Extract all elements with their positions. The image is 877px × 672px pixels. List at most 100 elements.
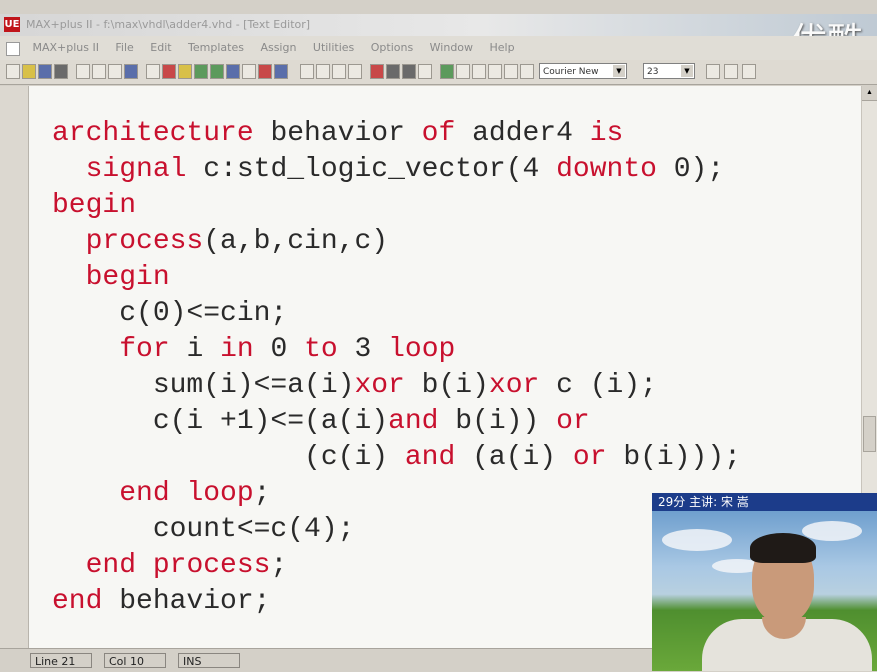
code-text: b(i) [404, 370, 489, 401]
print-icon[interactable] [54, 64, 68, 79]
code-keyword: process [152, 550, 271, 581]
simulate-icon[interactable] [210, 64, 224, 79]
font-name-select[interactable]: Courier New ▼ [539, 63, 627, 79]
menu-utilities[interactable]: Utilities [307, 36, 360, 54]
presenter-hair [750, 533, 816, 563]
code-keyword: loop [186, 478, 254, 509]
code-text: (a(i) [455, 442, 573, 473]
code-line[interactable]: count<=c(4); [52, 512, 741, 548]
menu-edit[interactable]: Edit [144, 36, 177, 54]
menu-window[interactable]: Window [424, 36, 479, 54]
code-text: b(i)) [438, 406, 557, 437]
new-file-icon[interactable] [6, 64, 20, 79]
vhdl-code[interactable]: architecture behavior of adder4 is signa… [52, 116, 741, 620]
timing-icon[interactable] [226, 64, 240, 79]
outdent-icon[interactable] [724, 64, 738, 79]
zoom-in-icon[interactable] [456, 64, 470, 79]
help-cursor-icon[interactable] [146, 64, 160, 79]
code-line[interactable]: end process; [52, 548, 741, 584]
grid-icon[interactable] [440, 64, 454, 79]
menu-assign[interactable]: Assign [254, 36, 302, 54]
menu-help[interactable]: Help [483, 36, 520, 54]
document-icon[interactable] [6, 42, 20, 56]
menu-options[interactable]: Options [365, 36, 419, 54]
code-keyword: end [52, 586, 103, 617]
code-keyword: for [119, 334, 170, 365]
code-line[interactable]: for i in 0 to 3 loop [52, 332, 741, 368]
font-name-value: Courier New [543, 67, 599, 77]
code-keyword: downto [556, 154, 657, 185]
copy-icon[interactable] [92, 64, 106, 79]
find-icon[interactable] [300, 64, 314, 79]
chevron-down-icon[interactable]: ▼ [613, 65, 625, 77]
video-caption: 29分 主讲: 宋 嵩 [652, 493, 877, 511]
italic-icon[interactable] [348, 64, 362, 79]
code-text: behavior; [102, 586, 271, 617]
programmer-icon[interactable] [242, 64, 256, 79]
bold-icon[interactable] [332, 64, 346, 79]
code-line[interactable]: signal c:std_logic_vector(4 downto 0); [52, 152, 741, 188]
compile-icon[interactable] [194, 64, 208, 79]
app-icon[interactable]: UE [4, 17, 20, 32]
cloud [802, 521, 862, 541]
menu-bar: MAX+plus II File Edit Templates Assign U… [0, 36, 877, 60]
code-line[interactable]: end behavior; [52, 584, 741, 620]
menu-file[interactable]: File [109, 36, 139, 54]
scroll-up-icon[interactable]: ▲ [862, 86, 877, 101]
chevron-down-icon[interactable]: ▼ [681, 65, 693, 77]
code-line[interactable]: process(a,b,cin,c) [52, 224, 741, 260]
code-line[interactable]: (c(i) and (a(i) or b(i))); [52, 440, 741, 476]
code-text: ; [270, 550, 288, 581]
code-text: c (i); [539, 370, 657, 401]
settings-icon[interactable] [504, 64, 518, 79]
hierarchy-icon[interactable] [162, 64, 176, 79]
symbol-icon[interactable] [386, 64, 400, 79]
title-bar: UE MAX+plus II - f:\max\vhdl\adder4.vhd … [0, 14, 877, 36]
code-keyword: begin [52, 190, 137, 221]
code-line[interactable]: end loop; [52, 476, 741, 512]
code-line[interactable]: c(i +1)<=(a(i)and b(i)) or [52, 404, 741, 440]
cut-icon[interactable] [76, 64, 90, 79]
compiler-icon[interactable] [370, 64, 384, 79]
code-text: (a,b,cin,c) [203, 226, 389, 257]
font-size-select[interactable]: 23 ▼ [643, 63, 695, 79]
paste-icon[interactable] [108, 64, 122, 79]
scrollbar-thumb[interactable] [863, 416, 876, 452]
list-icon[interactable] [520, 64, 534, 79]
code-line[interactable]: begin [52, 260, 741, 296]
code-line[interactable]: c(0)<=cin; [52, 296, 741, 332]
code-line[interactable]: architecture behavior of adder4 is [52, 116, 741, 152]
code-keyword: architecture [52, 118, 254, 149]
stop-icon[interactable] [258, 64, 272, 79]
code-line[interactable]: sum(i)<=a(i)xor b(i)xor c (i); [52, 368, 741, 404]
status-mode: INS [178, 653, 240, 668]
code-text: ; [253, 478, 271, 509]
project-icon[interactable] [274, 64, 288, 79]
code-keyword: loop [388, 334, 456, 365]
code-line[interactable]: begin [52, 188, 741, 224]
indent-icon[interactable] [706, 64, 720, 79]
text-editor-icon[interactable] [418, 64, 432, 79]
floorplan-icon[interactable] [178, 64, 192, 79]
save-icon[interactable] [38, 64, 52, 79]
status-col: Col 10 [104, 653, 166, 668]
menu-templates[interactable]: Templates [182, 36, 250, 54]
code-keyword: and [388, 406, 439, 437]
undo-icon[interactable] [124, 64, 138, 79]
open-folder-icon[interactable] [22, 64, 36, 79]
menu-maxplus[interactable]: MAX+plus II [26, 36, 105, 54]
fit-icon[interactable] [488, 64, 502, 79]
waveform-icon[interactable] [402, 64, 416, 79]
zoom-out-icon[interactable] [472, 64, 486, 79]
code-text: sum(i)<=a(i) [52, 370, 355, 401]
tab-stops-icon[interactable] [742, 64, 756, 79]
video-frame [652, 511, 877, 671]
code-text: b(i))); [606, 442, 741, 473]
replace-icon[interactable] [316, 64, 330, 79]
editor-gutter [0, 86, 28, 648]
code-keyword: xor [488, 370, 540, 401]
